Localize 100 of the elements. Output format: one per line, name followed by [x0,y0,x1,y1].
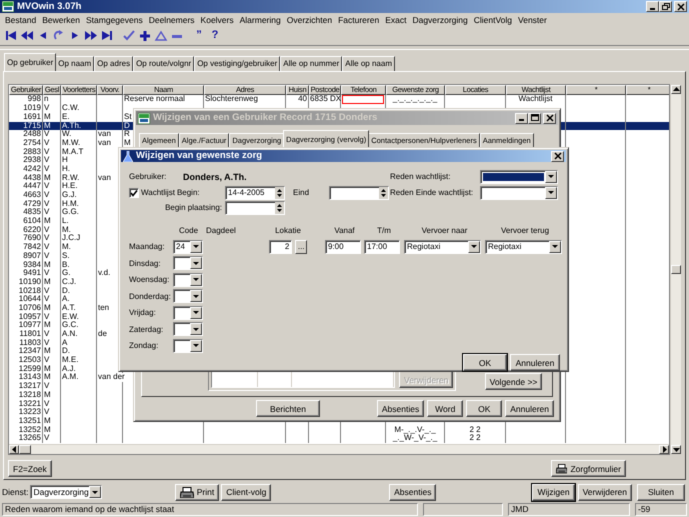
table-cell: A. [62,295,70,304]
button[interactable]: Print [174,484,220,501]
reason-dropdown[interactable] [480,186,558,200]
menu-item[interactable]: Overzichten [284,14,336,26]
date-field[interactable] [329,186,389,200]
button[interactable]: Volgende >> [485,373,542,390]
checkbox[interactable] [129,188,139,198]
table-cell: 10190 [18,278,41,287]
button[interactable]: Annuleren [510,354,560,371]
button[interactable]: Annuleren [505,400,554,417]
date-field[interactable]: 14-4-2005 [225,186,285,200]
time-field[interactable]: 17:00 [364,240,400,254]
menu-item[interactable]: Factureren [335,14,382,26]
table-cell: V [44,148,50,156]
table-cell: 2488 [23,130,41,139]
spinner-icon [379,186,388,198]
minimize-button[interactable] [646,1,659,12]
time-field[interactable]: 9:00 [325,240,361,254]
close-button[interactable] [551,150,564,162]
skip-to-start-icon[interactable] [4,28,18,42]
table-cell: ten [98,304,110,313]
browse-button[interactable]: ... [295,240,307,254]
code-dropdown[interactable] [173,306,203,320]
dropdown-arrow-icon [547,189,555,196]
table-cell: 40 [298,95,307,104]
code-dropdown[interactable] [173,272,203,287]
checkmark-icon [130,188,138,196]
toolbar-button[interactable]: ” [192,28,206,42]
table-cell: V [44,164,50,174]
reason-dropdown[interactable] [480,170,558,184]
table-cell: V [44,330,50,339]
table-cell: van [98,130,111,139]
close-button[interactable] [674,1,687,12]
menu-item[interactable]: Bewerken [39,14,84,26]
button[interactable]: OK [463,354,507,371]
table-cell: V [44,104,50,113]
tab[interactable]: Alle op naam [342,56,395,72]
tab[interactable]: Op route/volgnr [133,56,194,72]
printer-icon [556,463,568,474]
menu-item[interactable]: Bestand [2,14,40,26]
menu-item[interactable]: Dagverzorging [409,14,471,26]
skip-to-end-icon[interactable] [100,28,114,42]
tab[interactable]: Op vestiging/gebruiker [194,56,280,72]
table-cell-text: 4835 [23,208,41,217]
table-cell-text: H.M. [62,200,79,208]
table-cell: M. [62,243,71,252]
transport-dropdown[interactable]: Regiotaxi [485,240,562,254]
code-dropdown[interactable] [173,338,203,353]
location-field[interactable]: 2 [269,240,292,254]
vertical-scrollbar[interactable] [670,84,682,456]
scroll-up-icon [672,87,680,92]
fast-forward-icon[interactable] [84,28,98,42]
toolbar-button[interactable]: ? [208,28,222,42]
dienst-dropdown[interactable]: Dagverzorging [30,485,102,500]
code-dropdown[interactable]: 24 [173,240,203,254]
menu-item[interactable]: Exact [382,14,410,26]
table-cell: 13217 [18,382,41,391]
triangle-icon[interactable] [154,28,168,42]
code-dropdown[interactable] [173,289,203,304]
transport-dropdown[interactable]: Regiotaxi [404,240,481,254]
table-cell: 8907 [23,252,41,261]
button[interactable]: Client-volg [221,484,272,501]
plus-icon[interactable] [138,28,152,42]
menu-item[interactable]: Stamgegevens [83,14,146,26]
button[interactable]: Word [427,400,464,417]
rewind-icon[interactable] [20,28,34,42]
menu-item[interactable]: ClientVolg [470,14,516,26]
tab[interactable]: Op adres [94,56,134,72]
checkmark-icon[interactable] [122,28,136,42]
button[interactable]: Sluiten [637,484,685,501]
code-dropdown[interactable] [173,322,203,336]
field-label: Zaterdag: [129,324,164,335]
button[interactable]: Verwijderen [578,484,632,501]
table-cell: van der [98,373,125,382]
code-dropdown[interactable] [173,256,203,270]
menu-item[interactable]: Koelvers [198,14,237,26]
button[interactable]: Absenties [389,484,436,501]
search-button[interactable]: F2=Zoek [8,460,52,478]
menu-item[interactable]: Venster [515,14,550,26]
button[interactable]: Berichten [256,400,320,417]
button[interactable]: Absenties [376,400,424,417]
checkbox-label: Wachtlijst [141,187,175,198]
tab[interactable]: Op naam [55,56,94,72]
tab[interactable]: Alle op nummer [280,56,342,72]
button[interactable]: Wijzigen [532,484,575,501]
table-cell: 13251 [18,416,41,426]
horizontal-scrollbar[interactable] [9,444,669,454]
date-field[interactable] [225,200,285,214]
scrollbar-thumb[interactable] [19,445,31,454]
button[interactable]: OK [466,400,502,417]
scrollbar-thumb[interactable] [671,265,681,274]
print-form-button[interactable]: Zorgformulier [551,460,626,478]
menu-item[interactable]: Deelnemers [146,14,198,26]
field-label: Dienst: [2,486,28,498]
table-cell: R [124,130,130,139]
restore-button[interactable] [659,1,672,12]
table-cell: V [44,191,50,200]
tab[interactable]: Op gebruiker [4,53,56,72]
table-cell: v.d. [98,269,110,278]
menu-item[interactable]: Alarmering [236,14,284,26]
